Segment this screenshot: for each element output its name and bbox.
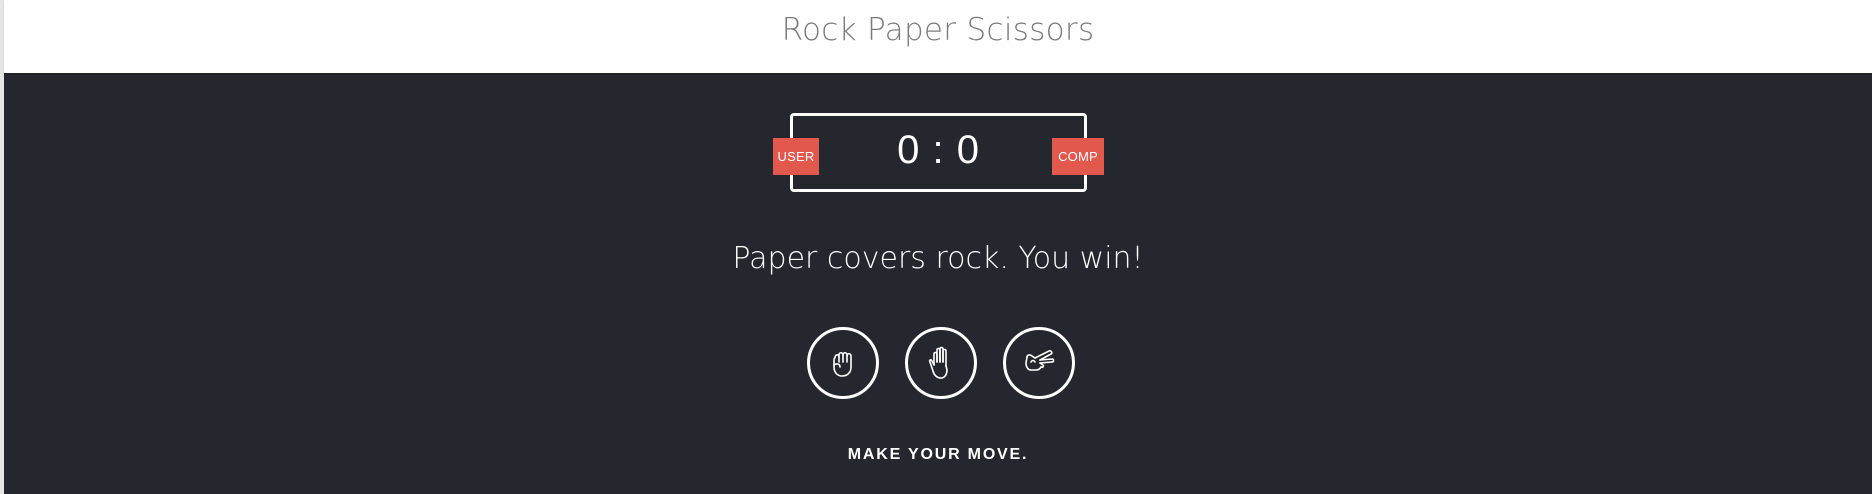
- fist-icon: [833, 351, 852, 377]
- rock-button[interactable]: [807, 327, 879, 399]
- open-hand-icon: [928, 346, 948, 379]
- result-message: Paper covers rock. You win!: [732, 241, 1144, 276]
- user-score: 0: [897, 128, 921, 172]
- score-separator: :: [932, 128, 945, 172]
- app-header: Rock Paper Scissors: [4, 0, 1872, 73]
- scoreboard: USER 0 : 0 COMP: [773, 113, 1104, 192]
- score-display: 0 : 0: [793, 128, 1084, 173]
- scissors-hand-icon: [1025, 350, 1055, 371]
- page-title: Rock Paper Scissors: [781, 12, 1095, 48]
- paper-button[interactable]: [905, 327, 977, 399]
- comp-badge: COMP: [1052, 138, 1104, 175]
- game-area: USER 0 : 0 COMP Paper covers rock. You w…: [4, 73, 1872, 494]
- comp-score: 0: [956, 128, 980, 172]
- move-prompt: MAKE YOUR MOVE.: [847, 446, 1029, 463]
- scissors-button[interactable]: [1003, 327, 1075, 399]
